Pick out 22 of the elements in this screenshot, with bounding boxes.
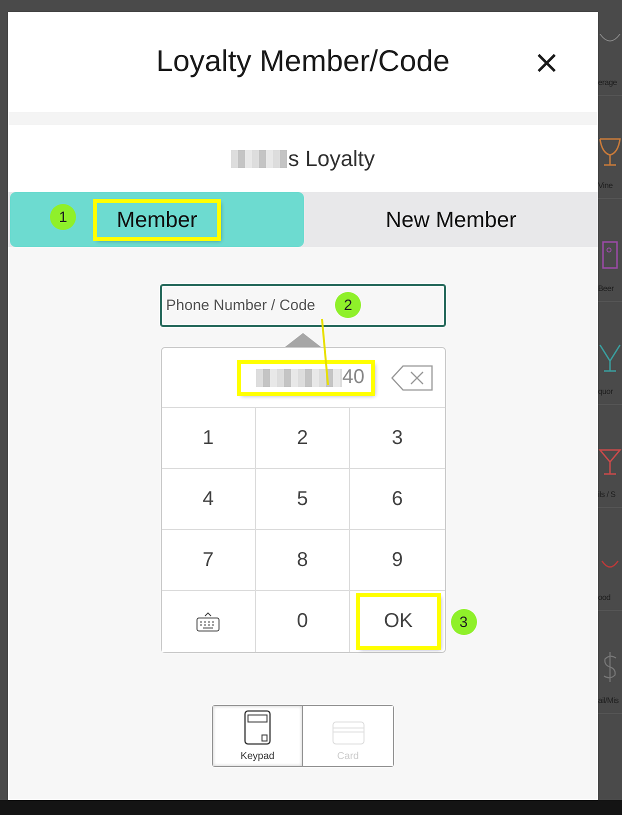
keyboard-key[interactable] (162, 591, 256, 652)
digit-key[interactable]: 1 (162, 408, 256, 469)
keyboard-icon (196, 612, 220, 632)
keypad-icon (244, 710, 271, 745)
backspace-icon[interactable] (390, 364, 432, 390)
card-icon (332, 721, 364, 745)
liquor-icon[interactable] (598, 343, 622, 373)
step-marker: 3 (450, 609, 476, 635)
digit-key[interactable]: 5 (256, 469, 350, 530)
program-name: s Loyalty (288, 146, 375, 172)
digit-key[interactable]: 7 (162, 530, 256, 591)
dialog-title: Loyalty Member/Code (156, 45, 450, 79)
close-button[interactable]: × (533, 46, 560, 78)
digit-key[interactable]: 2 (256, 408, 350, 469)
entered-code: 40 (238, 362, 372, 394)
step-marker: 1 (50, 204, 76, 230)
leader-line (320, 318, 332, 386)
mode-button[interactable]: Keypad (213, 706, 303, 766)
digit-key[interactable]: 4 (162, 469, 256, 530)
digit-key[interactable]: 8 (256, 530, 350, 591)
tab[interactable]: 1 Member (10, 192, 304, 247)
wine-icon[interactable] (598, 137, 622, 167)
